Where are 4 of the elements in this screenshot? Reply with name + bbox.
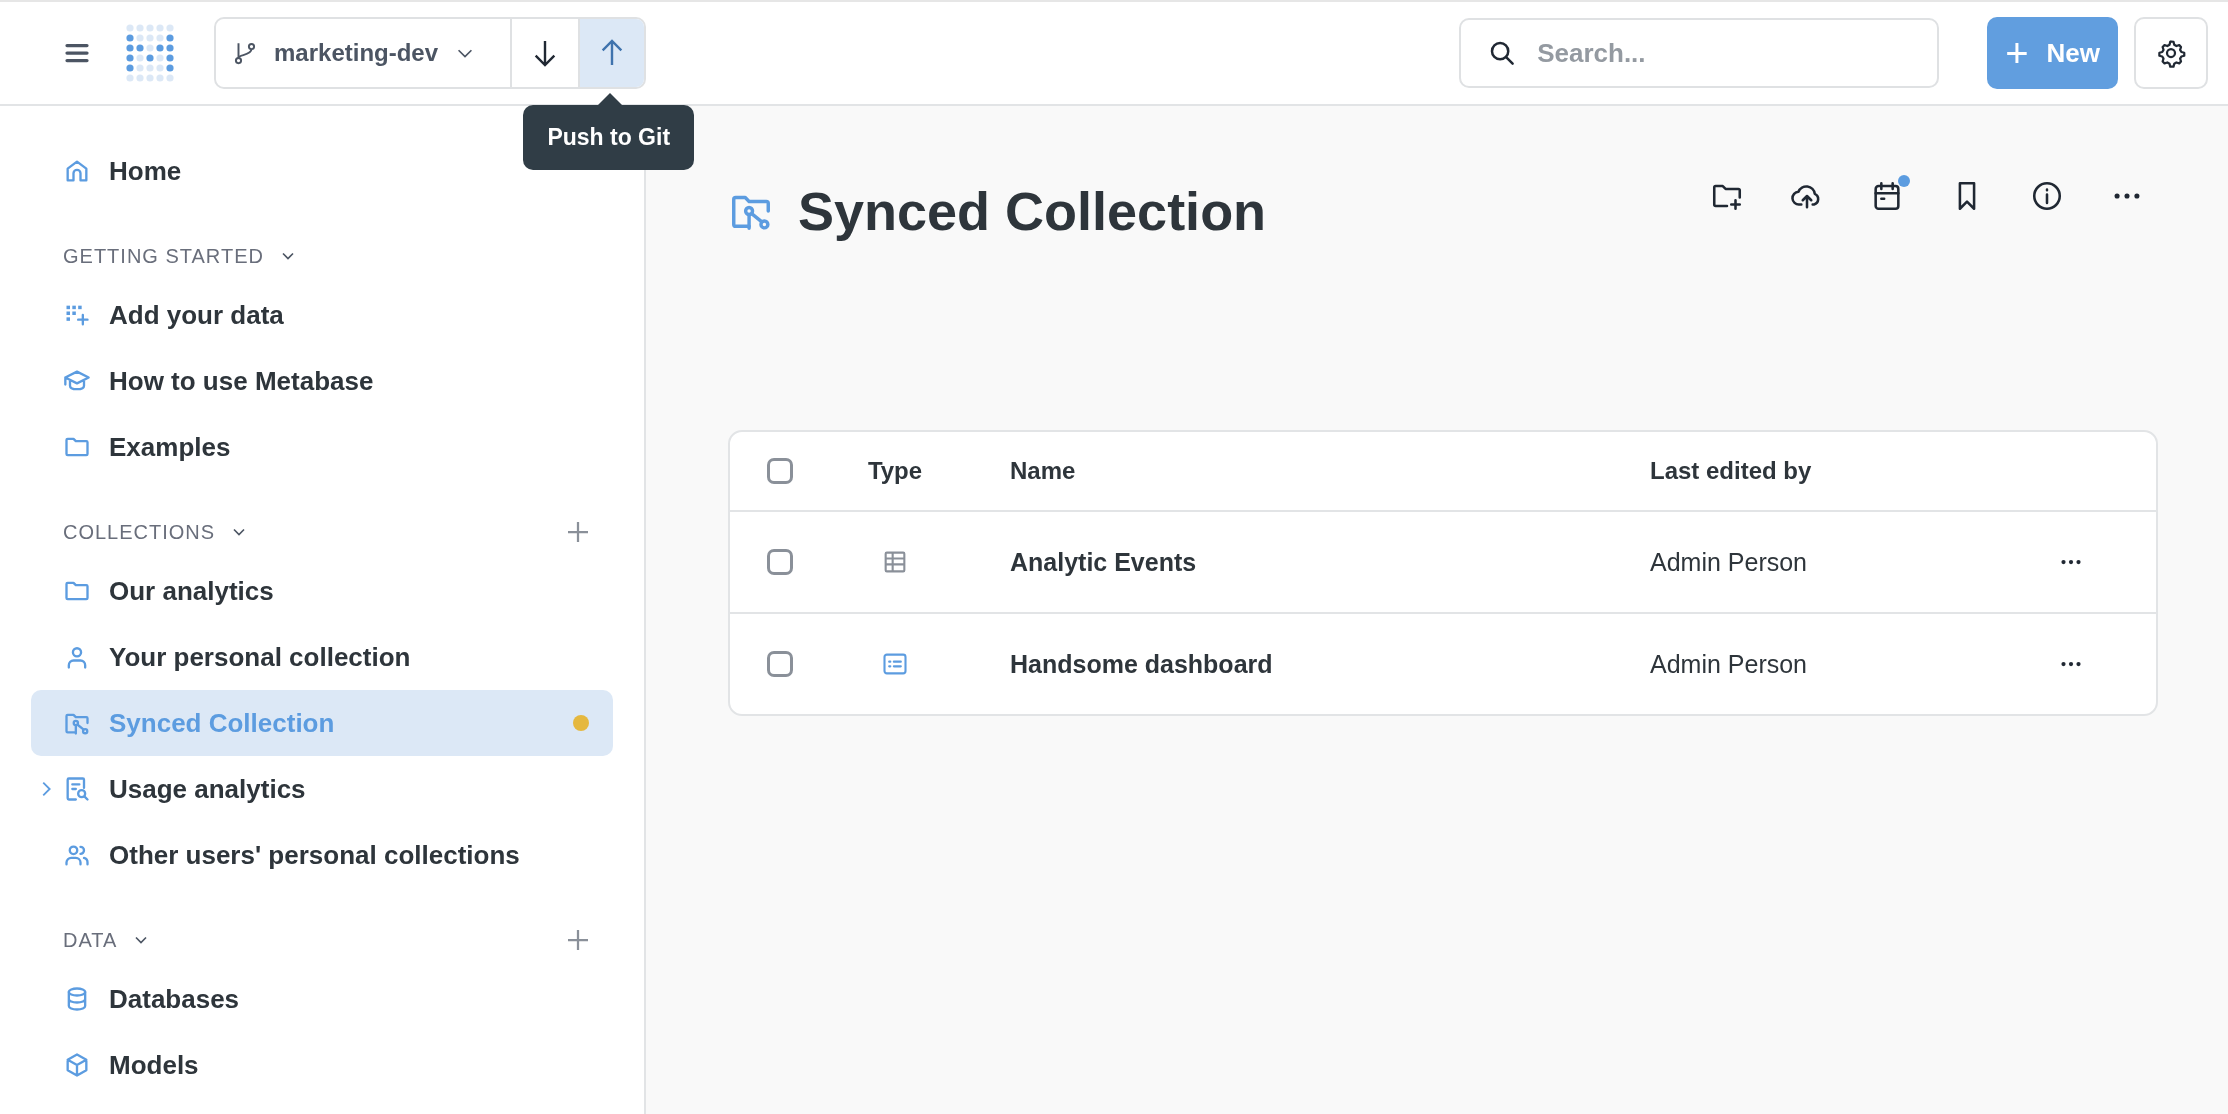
editor-name: Admin Person (1650, 649, 1809, 679)
tooltip: Push to Git (523, 105, 695, 170)
editor-name: Admin Person (1650, 547, 1809, 577)
page-title: Synced Collection (798, 180, 1267, 242)
